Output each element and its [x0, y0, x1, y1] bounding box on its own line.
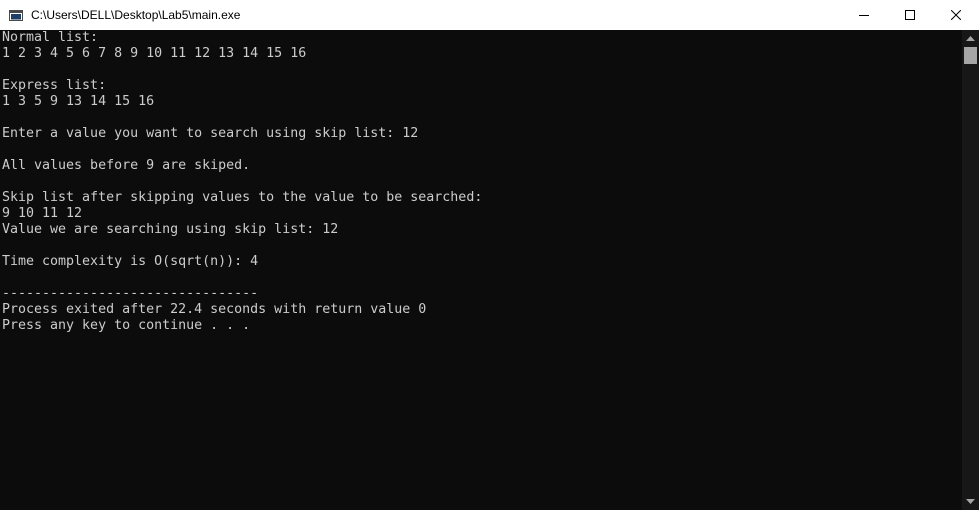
console-line: Time complexity is O(sqrt(n)): 4 [2, 254, 259, 269]
close-icon [951, 10, 961, 20]
scrollbar-thumb[interactable] [964, 47, 977, 64]
console-line: Enter a value you want to search using s… [2, 126, 419, 141]
console-line: Process exited after 22.4 seconds with r… [2, 302, 427, 317]
console-line: Press any key to continue . . . [2, 318, 251, 333]
window-controls [841, 0, 979, 30]
minimize-button[interactable] [841, 0, 887, 30]
close-button[interactable] [933, 0, 979, 30]
console-line: Value we are searching using skip list: … [2, 222, 339, 237]
console-line: Normal list: [2, 30, 99, 45]
console-output[interactable]: Normal list: 1 2 3 4 5 6 7 8 9 10 11 12 … [0, 30, 962, 510]
scroll-up-button[interactable] [962, 30, 979, 47]
scroll-down-button[interactable] [962, 493, 979, 510]
maximize-icon [905, 10, 915, 20]
console-window: C:\Users\DELL\Desktop\Lab5\main.exe Norm… [0, 0, 979, 510]
console-line: Express list: [2, 78, 107, 93]
maximize-button[interactable] [887, 0, 933, 30]
console-line: 1 3 5 9 13 14 15 16 [2, 94, 155, 109]
console-line: 9 10 11 12 [2, 206, 83, 221]
console-line: Skip list after skipping values to the v… [2, 190, 483, 205]
vertical-scrollbar[interactable] [962, 30, 979, 510]
scroll-down-arrow-icon [966, 499, 975, 504]
console-line: 1 2 3 4 5 6 7 8 9 10 11 12 13 14 15 16 [2, 46, 307, 61]
minimize-icon [859, 15, 869, 16]
title-bar[interactable]: C:\Users\DELL\Desktop\Lab5\main.exe [0, 0, 979, 30]
console-line: All values before 9 are skiped. [2, 158, 251, 173]
scroll-up-arrow-icon [966, 36, 975, 41]
console-line: -------------------------------- [2, 286, 259, 301]
window-title: C:\Users\DELL\Desktop\Lab5\main.exe [31, 8, 241, 22]
console-app-icon [9, 9, 23, 21]
